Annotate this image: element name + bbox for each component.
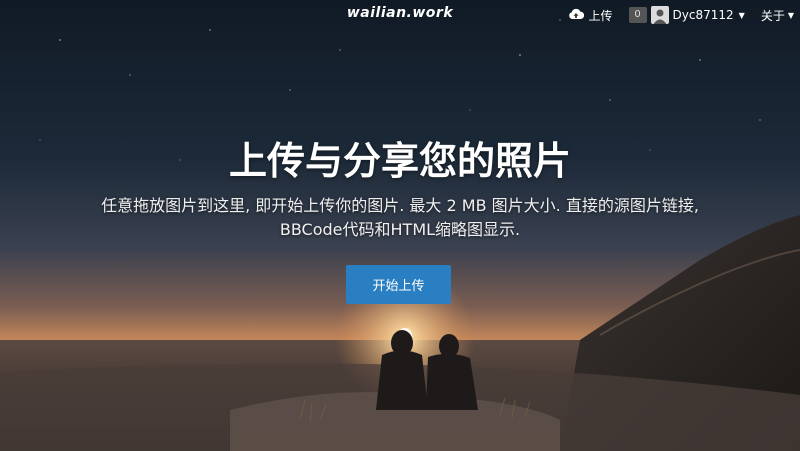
user-avatar-icon — [650, 6, 669, 24]
user-menu[interactable]: Dyc87112 ▼ — [650, 6, 745, 24]
start-upload-button[interactable]: 开始上传 — [346, 265, 451, 304]
caret-down-icon: ▼ — [787, 10, 794, 20]
hero-title: 上传与分享您的照片 — [228, 139, 571, 183]
cloud-upload-icon — [568, 8, 584, 23]
notification-count-badge[interactable]: 0 — [628, 7, 647, 23]
about-menu[interactable]: 关于 ▼ — [761, 7, 794, 24]
about-label: 关于 — [760, 8, 785, 23]
caret-down-icon: ▼ — [738, 10, 745, 20]
navbar-right: 上传 0 Dyc87112 ▼ 关于 ▼ — [568, 5, 794, 25]
brand-link[interactable]: wailian.work — [347, 5, 453, 21]
upload-nav-label: 上传 — [588, 8, 613, 23]
top-navbar: wailian.work 上传 0 Dyc87112 ▼ 关于 ▼ — [0, 0, 800, 32]
hero-description: 任意拖放图片到这里, 即开始上传你的图片. 最大 2 MB 图片大小. 直接的源… — [101, 196, 699, 239]
username: Dyc87112 — [672, 8, 734, 22]
upload-nav-link[interactable]: 上传 — [568, 7, 613, 24]
